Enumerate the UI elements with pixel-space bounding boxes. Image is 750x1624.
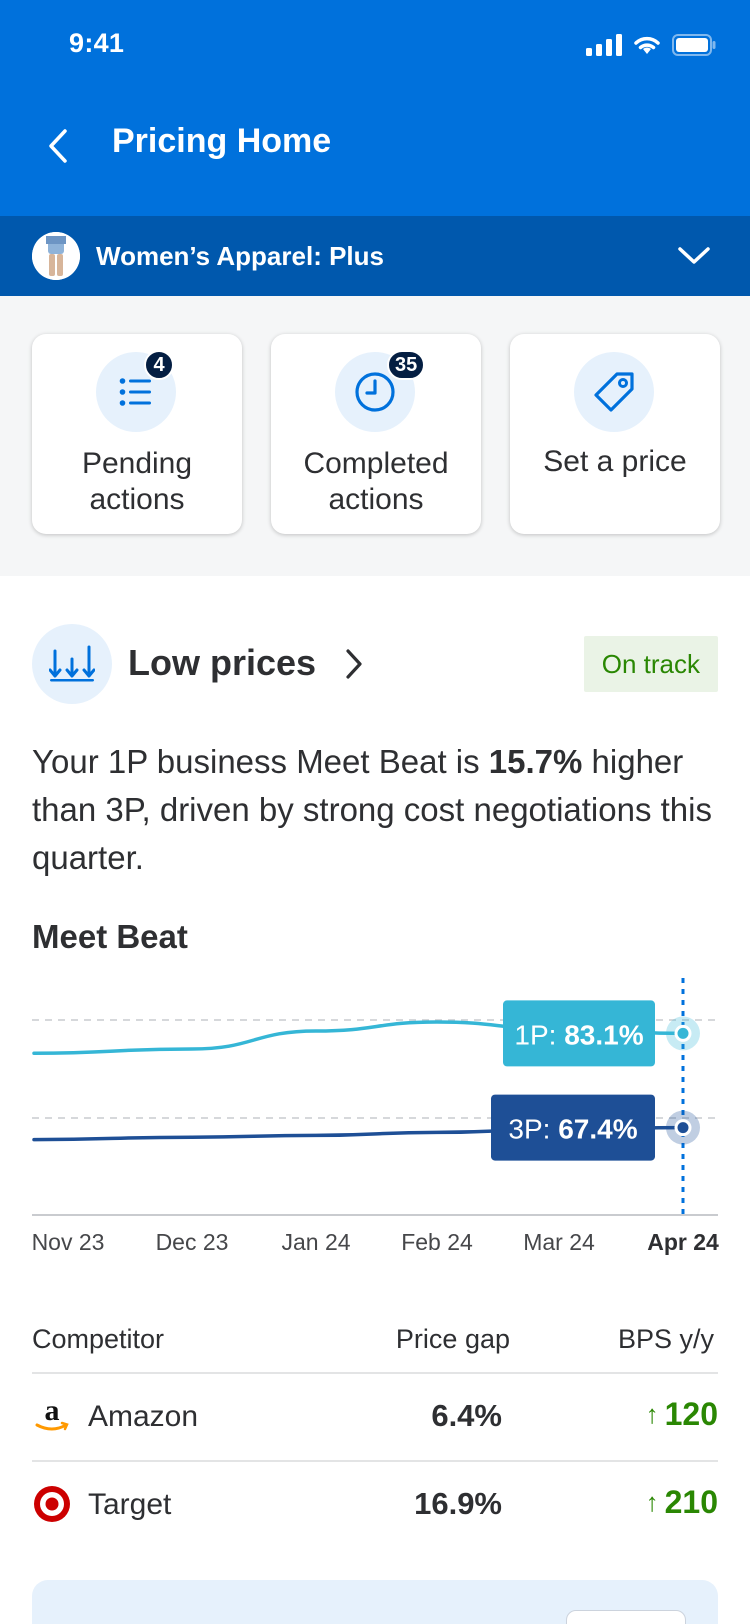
price-tag-icon	[574, 352, 654, 432]
summary-prefix: Your 1P business Meet Beat is	[32, 743, 489, 780]
bps-number: 210	[664, 1484, 718, 1520]
price-down-icon	[32, 624, 112, 704]
chevron-down-icon[interactable]	[676, 238, 712, 274]
table-row[interactable]: Target 16.9% ↑ 210	[32, 1460, 718, 1548]
signal-icon	[586, 34, 622, 56]
price-gap-value: 6.4%	[431, 1398, 502, 1433]
promo-card[interactable]	[32, 1580, 718, 1624]
amazon-logo: a	[32, 1396, 72, 1436]
x-tick-label: Apr 24	[647, 1229, 719, 1255]
low-prices-summary: Your 1P business Meet Beat is 15.7% high…	[32, 738, 722, 882]
chart-svg: 1P: 83.1% 3P: 67.4% Nov 23 Dec 23 Jan 24 Feb …	[32, 978, 719, 1255]
summary-value: 15.7%	[488, 743, 583, 780]
price-gap-value: 16.9%	[414, 1486, 502, 1521]
header-price-gap: Price gap	[395, 1324, 510, 1354]
wifi-icon	[634, 36, 660, 54]
back-button[interactable]	[36, 124, 80, 168]
bps-value: ↑ 120	[646, 1396, 718, 1433]
competitor-name: Amazon	[88, 1400, 199, 1433]
tooltip-label: 1P: 83.1%	[514, 1019, 643, 1050]
battery-icon	[672, 34, 716, 56]
chart-title: Meet Beat	[32, 918, 188, 955]
low-prices-title: Low prices	[128, 642, 317, 683]
x-tick-label: Jan 24	[281, 1229, 350, 1255]
quick-actions: 4 Pending actions 35 Completed actions S…	[0, 296, 750, 576]
set-price-label: Set a price	[543, 445, 687, 478]
header-competitor: Competitor	[32, 1324, 165, 1354]
table-row[interactable]: a Amazon 6.4% ↑ 120	[32, 1372, 718, 1460]
department-name: Women’s Apparel: Plus	[96, 241, 384, 271]
chevron-right-icon[interactable]	[334, 644, 374, 684]
bps-number: 120	[664, 1396, 718, 1432]
page-title: Pricing Home	[112, 122, 332, 160]
nav-bar: Pricing Home	[0, 94, 750, 216]
target-logo	[32, 1484, 72, 1524]
header-bps: BPS y/y	[617, 1324, 714, 1354]
pending-count-badge: 4	[144, 350, 174, 380]
x-tick-label: Feb 24	[401, 1229, 473, 1255]
x-tick-label: Nov 23	[32, 1229, 105, 1255]
pending-actions-card[interactable]: 4 Pending actions	[32, 334, 242, 534]
system-icons	[586, 34, 716, 56]
chevron-left-icon	[49, 129, 67, 163]
completed-actions-card[interactable]: 35 Completed actions	[271, 334, 481, 534]
arrow-up-icon: ↑	[645, 1399, 659, 1429]
x-tick-label: Dec 23	[156, 1229, 229, 1255]
x-tick-label: Mar 24	[523, 1229, 595, 1255]
completed-actions-label: Completed actions	[303, 447, 449, 516]
competitor-name: Target	[88, 1488, 172, 1521]
set-price-card[interactable]: Set a price	[510, 334, 720, 534]
data-point	[677, 1027, 689, 1039]
meet-beat-chart: 1P: 83.1% 3P: 67.4% Nov 23 Dec 23 Jan 24 Feb …	[0, 960, 750, 1260]
pending-actions-label: Pending actions	[81, 447, 193, 516]
product-thumbnail	[566, 1610, 686, 1624]
department-selector[interactable]: Women’s Apparel: Plus	[0, 216, 750, 296]
bps-value: ↑ 210	[646, 1484, 718, 1521]
competitor-table-header: Competitor Price gap BPS y/y	[32, 1310, 718, 1372]
status-bar: 9:41	[0, 0, 750, 94]
low-prices-header[interactable]: Low prices On track	[32, 624, 718, 704]
department-avatar	[32, 232, 80, 280]
svg-text:a: a	[45, 1396, 60, 1427]
data-point	[677, 1122, 689, 1134]
completed-count-badge: 35	[387, 350, 426, 380]
status-time: 9:41	[69, 28, 125, 58]
tooltip-label: 3P: 67.4%	[508, 1114, 637, 1145]
arrow-up-icon: ↑	[645, 1487, 659, 1517]
status-badge: On track	[583, 636, 718, 692]
